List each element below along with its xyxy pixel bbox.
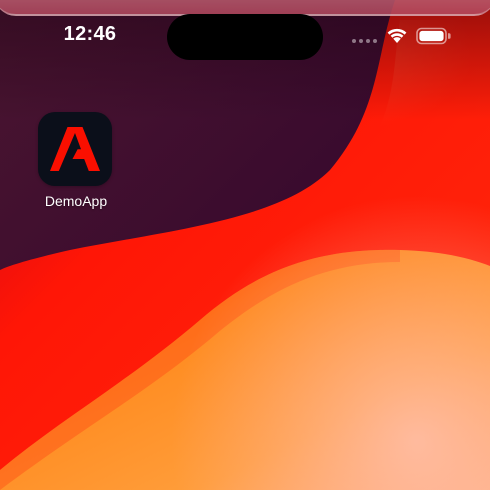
adobe-logo-icon (50, 127, 100, 171)
home-screen: 12:46 DemoApp (0, 0, 490, 490)
status-time: 12:46 (63, 23, 117, 45)
app-icon-demoapp[interactable] (38, 112, 112, 186)
wifi-icon (387, 28, 407, 43)
status-bar: 12:46 (0, 0, 490, 64)
app-demoapp[interactable]: DemoApp (34, 110, 120, 214)
app-label: DemoApp (44, 193, 108, 209)
cellular-signal-icon (352, 39, 378, 45)
dynamic-island (167, 14, 323, 60)
wallpaper (0, 0, 490, 490)
battery-icon (416, 27, 451, 45)
